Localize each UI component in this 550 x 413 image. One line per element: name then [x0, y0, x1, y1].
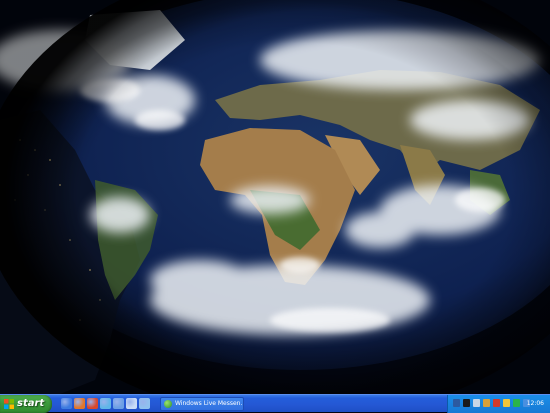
- messenger-icon: [164, 400, 172, 408]
- taskbar: start Windows Live Messen... 12:06: [0, 394, 550, 413]
- taskbar-button-messenger[interactable]: Windows Live Messen...: [160, 397, 244, 411]
- clock[interactable]: 12:06: [527, 395, 544, 413]
- desktop-wallpaper: [0, 0, 550, 394]
- messenger-tray-icon[interactable]: [483, 399, 490, 407]
- network-icon[interactable]: [453, 399, 460, 407]
- antivirus-icon[interactable]: [463, 399, 470, 407]
- battery-icon[interactable]: [513, 399, 520, 407]
- outlook-icon[interactable]: [113, 398, 124, 409]
- system-tray: 12:06: [447, 395, 550, 413]
- media-player-icon[interactable]: [87, 398, 98, 409]
- security-icon[interactable]: [493, 399, 500, 407]
- start-label: start: [17, 398, 45, 409]
- show-desktop-icon[interactable]: [126, 398, 137, 409]
- firefox-icon[interactable]: [74, 398, 85, 409]
- world-map-image: [0, 0, 550, 394]
- taskbar-button-label: Windows Live Messen...: [175, 400, 244, 407]
- windows-logo-icon: [4, 399, 14, 409]
- browser-icon[interactable]: [139, 398, 150, 409]
- volume-icon[interactable]: [473, 399, 480, 407]
- start-button[interactable]: start: [0, 395, 52, 413]
- update-icon[interactable]: [503, 399, 510, 407]
- ie-icon[interactable]: [61, 398, 72, 409]
- quick-launch-bar: [61, 398, 150, 410]
- tray-icons: [453, 399, 530, 407]
- messenger-icon[interactable]: [100, 398, 111, 409]
